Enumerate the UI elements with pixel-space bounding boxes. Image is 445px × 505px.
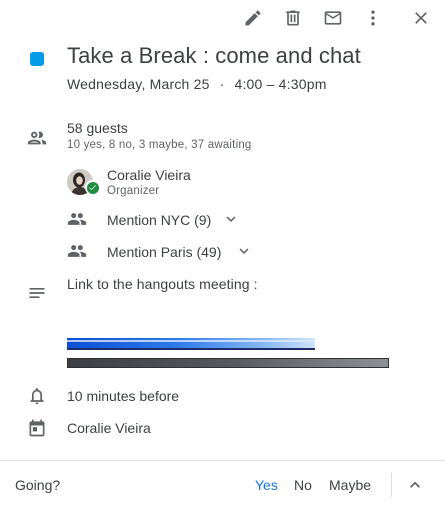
close-button[interactable] [409, 6, 433, 30]
event-date: Wednesday, March 25 [67, 76, 210, 92]
rsvp-maybe-button[interactable]: Maybe [329, 477, 371, 493]
event-time: 4:00 – 4:30pm [234, 76, 327, 92]
more-vert-icon [371, 10, 375, 26]
guests-count: 58 guests [67, 120, 128, 136]
hangouts-link-redacted-secondary[interactable] [67, 358, 389, 368]
rsvp-no-button[interactable]: No [294, 477, 312, 493]
event-color-swatch [30, 52, 44, 66]
event-description: Link to the hangouts meeting : [67, 276, 258, 292]
datetime-separator: · [219, 76, 225, 92]
chevron-down-icon [239, 248, 249, 254]
rsvp-options-button[interactable] [404, 474, 426, 496]
event-datetime: Wednesday, March 25 · 4:00 – 4:30pm [67, 76, 327, 92]
organizer-name: Coralie Vieira [107, 167, 191, 183]
check-icon [89, 185, 96, 191]
footer-divider [0, 460, 445, 461]
hangouts-link-redacted[interactable] [67, 338, 315, 350]
guest-group-nyc[interactable]: Mention NYC (9) [107, 212, 211, 228]
expand-group-paris-button[interactable] [234, 241, 254, 261]
rsvp-prompt: Going? [15, 477, 61, 493]
more-options-button[interactable] [361, 6, 385, 30]
organizer-accepted-badge [85, 180, 100, 195]
group-icon [66, 208, 88, 230]
guest-group-paris[interactable]: Mention Paris (49) [107, 244, 221, 260]
group-icon [66, 240, 88, 262]
delete-button[interactable] [281, 6, 305, 30]
email-guests-button[interactable] [321, 6, 345, 30]
rsvp-divider [391, 473, 392, 497]
guests-icon [25, 126, 49, 150]
pencil-icon [245, 10, 261, 26]
trash-icon [286, 10, 300, 26]
organizer-role: Organizer [107, 185, 160, 197]
close-icon [415, 12, 427, 24]
notification-label: 10 minutes before [67, 388, 180, 404]
event-title: Take a Break : come and chat [67, 43, 361, 68]
calendar-owner: Coralie Vieira [67, 420, 151, 436]
guests-rsvp-summary: 10 yes, 8 no, 3 maybe, 37 awaiting [67, 139, 252, 151]
edit-button[interactable] [241, 6, 265, 30]
bell-icon [25, 384, 49, 408]
chevron-down-icon [226, 216, 236, 222]
rsvp-yes-button[interactable]: Yes [255, 477, 278, 493]
chevron-up-icon [410, 481, 420, 488]
description-icon [25, 281, 49, 305]
mail-icon [324, 11, 342, 25]
expand-group-nyc-button[interactable] [221, 209, 241, 229]
calendar-icon [25, 416, 49, 440]
